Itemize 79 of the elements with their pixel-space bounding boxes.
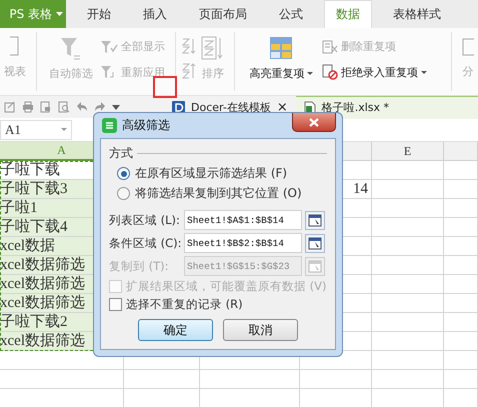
checkbox-label[interactable]: 选择不重复的记录 (R): [126, 297, 243, 312]
dropdown-icon: [61, 128, 67, 131]
highlight-frame: [153, 76, 177, 98]
range-field[interactable]: Sheet1!$A$1:$B$14: [184, 210, 302, 230]
table-cell: [444, 161, 478, 180]
table-cell: [372, 294, 444, 313]
delete-duplicates-icon: [322, 40, 338, 54]
table-cell: [372, 199, 444, 218]
spreadsheet-file-icon: [304, 100, 316, 114]
radio-label[interactable]: 将筛选结果复制到其它位置 (O): [135, 185, 302, 202]
table-cell: [444, 313, 478, 332]
range-select-icon: [308, 214, 322, 226]
dialog-title: 高级筛选: [122, 117, 170, 134]
sort-icon: [200, 36, 225, 60]
funnel-icon: [100, 40, 118, 54]
preview-icon: [58, 101, 70, 113]
table-cell: [372, 218, 444, 237]
undo-icon: [76, 101, 88, 113]
funnel-icon: [60, 36, 82, 60]
name-box[interactable]: A1: [0, 120, 72, 140]
table-cell: [444, 256, 478, 275]
docer-logo-icon: [172, 100, 185, 114]
table-cell: [372, 332, 444, 351]
redo-icon: [94, 101, 106, 113]
ribbon-tab[interactable]: 开始: [76, 0, 122, 28]
caret-icon: [112, 104, 120, 110]
radio-button[interactable]: [117, 187, 130, 200]
range-select-icon: [308, 260, 322, 272]
table-cell: [372, 180, 444, 199]
table-cell: [444, 237, 478, 256]
column-header[interactable]: E: [372, 142, 444, 161]
ribbon-tab[interactable]: 公式: [268, 0, 314, 28]
table-cell: [372, 351, 444, 370]
print-icon: [22, 101, 34, 113]
table-cell: [444, 294, 478, 313]
range-field[interactable]: Sheet1!$B$2:$B$14: [184, 233, 302, 253]
table-cell: [444, 218, 478, 237]
radio-button[interactable]: [117, 167, 130, 180]
table-cell: [444, 180, 478, 199]
app-logo-icon: [102, 118, 117, 133]
table-cell: [372, 370, 444, 389]
close-button[interactable]: [292, 113, 336, 132]
table-cell: [372, 161, 444, 180]
table-cell: [372, 313, 444, 332]
sort-descending-icon: [182, 62, 196, 79]
table-cell: [372, 237, 444, 256]
table-cell: [444, 351, 478, 370]
ok-button[interactable]: 确定: [138, 319, 213, 341]
table-cell: [372, 275, 444, 294]
highlight-grid-icon: [269, 36, 294, 60]
reject-duplicates-button[interactable]: 拒绝录入重复项: [340, 64, 418, 80]
ribbon-tab[interactable]: 数据: [324, 0, 372, 28]
table-cell: [372, 256, 444, 275]
table-cell: [444, 332, 478, 351]
highlight-duplicates-button[interactable]: 高亮重复项: [249, 66, 304, 81]
table-cell: [444, 199, 478, 218]
sort-ascending-icon: [182, 38, 196, 54]
checkbox[interactable]: [109, 298, 122, 311]
table-cell: [300, 370, 372, 389]
export-icon: [4, 101, 16, 113]
caret-icon: [420, 70, 427, 74]
caret-icon: [56, 12, 63, 16]
radio-label[interactable]: 在原有区域显示筛选结果 (F): [135, 165, 288, 182]
ribbon-tab[interactable]: 页面布局: [188, 0, 258, 28]
document-icon: [462, 36, 474, 58]
table-cell: [444, 370, 478, 389]
table-icon: [10, 36, 20, 58]
print-preview-icon: [40, 101, 52, 113]
ribbon-tab[interactable]: 表格样式: [382, 0, 452, 28]
range-picker-button[interactable]: [305, 234, 325, 252]
ribbon-tab[interactable]: 插入: [132, 0, 178, 28]
table-cell: [444, 275, 478, 294]
cancel-button[interactable]: 取消: [223, 319, 298, 341]
close-icon: [309, 118, 319, 126]
range-picker-button[interactable]: [305, 210, 325, 230]
range-select-icon: [308, 236, 322, 250]
caret-icon: [307, 72, 314, 75]
close-tab-button[interactable]: ×: [276, 100, 288, 114]
reject-icon: [322, 64, 338, 80]
